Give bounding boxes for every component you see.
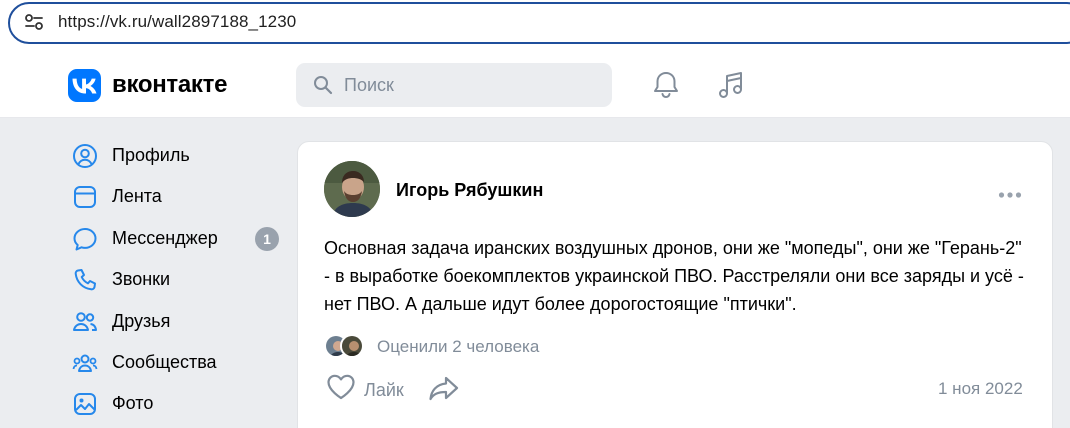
messenger-icon xyxy=(72,226,98,252)
profile-icon xyxy=(72,143,98,169)
sidebar-item-label: Профиль xyxy=(112,145,190,165)
friends-icon xyxy=(72,309,98,335)
heart-icon xyxy=(326,373,356,406)
sidebar-item-friends[interactable]: Друзья xyxy=(60,301,290,342)
photo-icon xyxy=(72,391,98,417)
sidebar-item-profile[interactable]: Профиль xyxy=(60,135,290,176)
sidebar-item-communities[interactable]: Сообщества xyxy=(60,342,290,383)
sidebar-item-feed[interactable]: Лента xyxy=(60,176,290,217)
sidebar-item-label: Сообщества xyxy=(112,351,217,372)
liker-avatar xyxy=(340,334,364,358)
sidebar-item-label: Друзья xyxy=(112,310,171,331)
more-options-icon[interactable] xyxy=(998,186,1022,204)
left-sidebar: Профиль Лента Мессенджер 1 Звонки Друзья… xyxy=(60,135,290,425)
phone-icon xyxy=(72,267,98,293)
search-icon xyxy=(313,75,333,100)
sidebar-item-messenger[interactable]: Мессенджер 1 xyxy=(60,218,290,259)
like-button[interactable]: Лайк xyxy=(326,373,404,406)
search-box[interactable] xyxy=(296,63,612,107)
sidebar-item-photos[interactable]: Фото xyxy=(60,383,290,424)
sidebar-item-label: Звонки xyxy=(112,269,171,290)
bell-icon[interactable] xyxy=(651,70,681,105)
sidebar-item-label: Фото xyxy=(112,393,154,414)
sidebar-item-label: Лента xyxy=(112,186,162,207)
sidebar-item-calls[interactable]: Звонки xyxy=(60,259,290,300)
share-button[interactable] xyxy=(428,374,460,404)
feed-icon xyxy=(72,184,98,210)
post-date[interactable]: 1 ноя 2022 xyxy=(938,379,1023,399)
post-text: Основная задача иранских воздушных дроно… xyxy=(324,238,1024,314)
share-icon xyxy=(428,376,460,406)
communities-icon xyxy=(72,350,98,376)
like-label: Лайк xyxy=(364,380,404,400)
author-avatar[interactable] xyxy=(324,161,380,217)
vk-logo-icon[interactable] xyxy=(68,69,101,102)
author-name[interactable]: Игорь Рябушкин xyxy=(396,180,543,201)
site-info-icon[interactable] xyxy=(24,13,44,31)
search-input[interactable] xyxy=(344,63,594,107)
site-header: вконтакте xyxy=(0,52,1070,118)
music-icon[interactable] xyxy=(716,70,746,105)
browser-toolbar: https://vk.ru/wall2897188_1230 xyxy=(0,0,1070,52)
unread-count-badge: 1 xyxy=(255,226,279,251)
post-card: Игорь Рябушкин Основная задача иранских … xyxy=(297,141,1053,428)
sidebar-item-label: Мессенджер xyxy=(112,227,218,248)
url-text[interactable]: https://vk.ru/wall2897188_1230 xyxy=(58,12,296,32)
brand-name[interactable]: вконтакте xyxy=(112,71,227,99)
likes-count-text[interactable]: Оценили 2 человека xyxy=(377,337,539,357)
